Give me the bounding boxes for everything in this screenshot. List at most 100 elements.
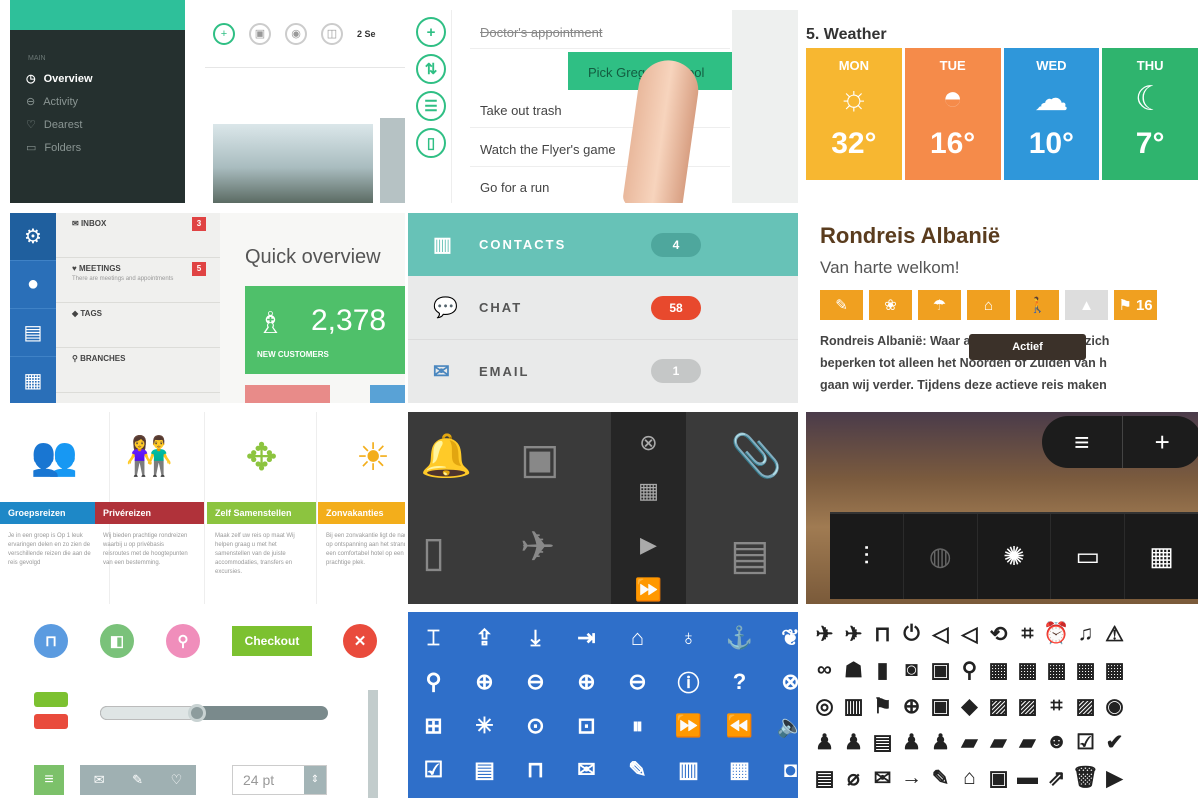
presentation-icon[interactable]: ⌶ [408,616,459,660]
feather-icon[interactable]: ✎ [820,290,863,320]
menu-item-meetings[interactable]: ♥ MEETINGS 5 There are meetings and appoin… [56,258,220,303]
airplane-icon[interactable]: ✈ [520,522,555,571]
volume-icon[interactable]: ◁ [955,616,984,652]
crop-icon[interactable]: ⌗ [1013,616,1042,652]
home-icon[interactable]: ⌂ [612,616,663,660]
newspaper-icon[interactable]: ▥ [663,748,714,792]
nav-item-folders[interactable]: ▭ Folders [26,141,185,155]
vertical-scrollbar[interactable] [368,690,378,798]
checkout-button[interactable]: Checkout [232,626,312,656]
list-icon[interactable]: ☰ [416,91,446,121]
photo-thumbnail[interactable] [213,124,373,203]
edit-icon[interactable]: ✎ [612,748,663,792]
menu-item-inbox[interactable]: ✉ INBOX 3 [56,213,220,258]
todo-item[interactable]: Watch the Flyer's game [480,142,616,157]
nav-item-activity[interactable]: ⊖ Activity [26,95,185,109]
range-slider[interactable] [100,706,328,720]
bell-icon[interactable]: 🔔 [420,432,472,481]
add-icon[interactable]: + [213,22,235,45]
close-button[interactable]: ✕ [343,624,377,658]
crop-square-icon[interactable]: ⌗ [1042,688,1071,724]
home-door-icon[interactable]: ⌂ [955,760,984,796]
slider-handle[interactable] [188,704,206,722]
calendar-icon[interactable]: ▦ [10,357,56,403]
calendar-icon[interactable]: ▤ [730,530,770,579]
trash-icon[interactable]: ▯ [416,128,446,158]
upload-icon[interactable]: ⇪ [459,616,510,660]
play-icon[interactable]: ▶ [611,532,686,558]
edit-document-icon[interactable]: ✎ [926,760,955,796]
play-circle-icon[interactable]: ⊙ [510,704,561,748]
rotate-icon[interactable]: ⟲ [984,616,1013,652]
directions-icon[interactable]: ◆ [955,688,984,724]
paperclip-icon[interactable]: 📎 [730,432,782,481]
heart-icon[interactable]: ♡ [171,772,183,788]
contact-card-icon[interactable]: ▤ [868,724,897,760]
leaf-icon[interactable]: ❦ [765,616,798,660]
todo-item[interactable]: Go for a run [480,180,549,195]
image-icon[interactable]: ▨ [984,688,1013,724]
mail-icon[interactable]: ✉ [561,748,612,792]
menu-item-tags[interactable]: ◆ TAGS [56,303,220,348]
alarm-icon[interactable]: ⏰ [1042,616,1071,652]
edit-image-icon[interactable]: ▨ [1071,688,1100,724]
weather-day-mon[interactable]: MON ☼ 32° [806,48,902,180]
help-circle-icon[interactable]: ? [714,660,765,704]
sim-icon[interactable]: ▮ [868,652,897,688]
note-icon[interactable]: ▤ [459,748,510,792]
pencil-icon[interactable]: ✎ [132,772,143,788]
chat-alert-icon[interactable]: ▰ [955,724,984,760]
plug-button[interactable]: ⊓ [34,624,68,658]
brightness-icon[interactable]: ✺ [978,514,1052,599]
zoom-in-icon[interactable]: ⊕ [459,660,510,704]
calendar-grid-icon[interactable]: ▦ [1071,652,1100,688]
add-icon[interactable]: + [416,17,446,47]
android-icon[interactable]: ☗ [839,652,868,688]
trash-icon[interactable]: ◫ [321,22,343,45]
mic-icon[interactable]: ♫ [1071,616,1100,652]
mail-icon[interactable]: ✉ [94,772,105,788]
voicemail-icon[interactable]: ∞ [810,652,839,688]
chat-row[interactable]: 💬 CHAT 58 [408,276,798,339]
weather-day-wed[interactable]: WED ☁ 10° [1003,48,1100,180]
mail-icon[interactable]: ✉ [868,760,897,796]
lock-icon[interactable]: ⊓ [868,616,897,652]
image-alert-icon[interactable]: ▣ [926,652,955,688]
gallery-icon[interactable]: ▨ [1013,688,1042,724]
group-icon[interactable]: ♟ [810,724,839,760]
travel-type-group[interactable]: 👥 Groepsreizen Je in een groep is Op 1 l… [0,412,110,604]
alert-circle-icon[interactable]: ⓘ [663,660,714,704]
target-icon[interactable]: ◎ [810,688,839,724]
weather-day-tue[interactable]: TUE ◓ 16° [904,48,1001,180]
sort-icon[interactable]: ⇅ [416,54,446,84]
beach-icon[interactable]: ☂ [918,290,961,320]
user-icon[interactable]: ● [10,261,56,309]
stat-card-partial[interactable] [245,385,330,403]
calendar-icon[interactable]: ▦ [1100,652,1129,688]
globe-icon[interactable]: ◍ [904,514,978,599]
add-user-icon[interactable]: ♟ [897,724,926,760]
travel-type-private[interactable]: 👫 Privéreizen Wij bieden prachtige rondr… [95,412,205,604]
photo-thumbnail-partial[interactable] [380,118,405,203]
museum-icon[interactable]: ⌂ [967,290,1010,320]
phone-icon[interactable]: ▯ [422,527,445,576]
group-size-badge[interactable]: ⚑ 16 [1114,290,1157,320]
volume-icon[interactable]: 🔈 [765,704,798,748]
menu-item-branches[interactable]: ⚲ BRANCHES [56,348,220,393]
loading-icon[interactable]: ✳ [459,704,510,748]
lock-icon[interactable]: ▣ [249,22,271,45]
zoom-out-icon[interactable]: ⊖ [510,660,561,704]
close-circle-icon[interactable]: ⊗ [765,660,798,704]
pause-circle-icon[interactable]: ⏸ [612,704,663,748]
equalizer-icon[interactable]: ⫶ [830,514,904,599]
email-row[interactable]: ✉ EMAIL 1 [408,339,798,402]
download-icon[interactable]: ⤓ [510,616,561,660]
toggle-button[interactable]: ◧ [100,624,134,658]
todo-item[interactable]: Take out trash [480,103,562,118]
travel-type-custom[interactable]: ✥ Zelf Samenstellen Maak zelf uw reis op… [207,412,317,604]
paw-icon[interactable]: ❀ [869,290,912,320]
grid-icon[interactable]: ▦ [1125,514,1198,599]
camera-icon[interactable]: ◉ [1100,688,1129,724]
font-size-stepper[interactable]: 24 pt ⇕ [232,765,327,795]
book-icon[interactable]: ▦ [714,748,765,792]
